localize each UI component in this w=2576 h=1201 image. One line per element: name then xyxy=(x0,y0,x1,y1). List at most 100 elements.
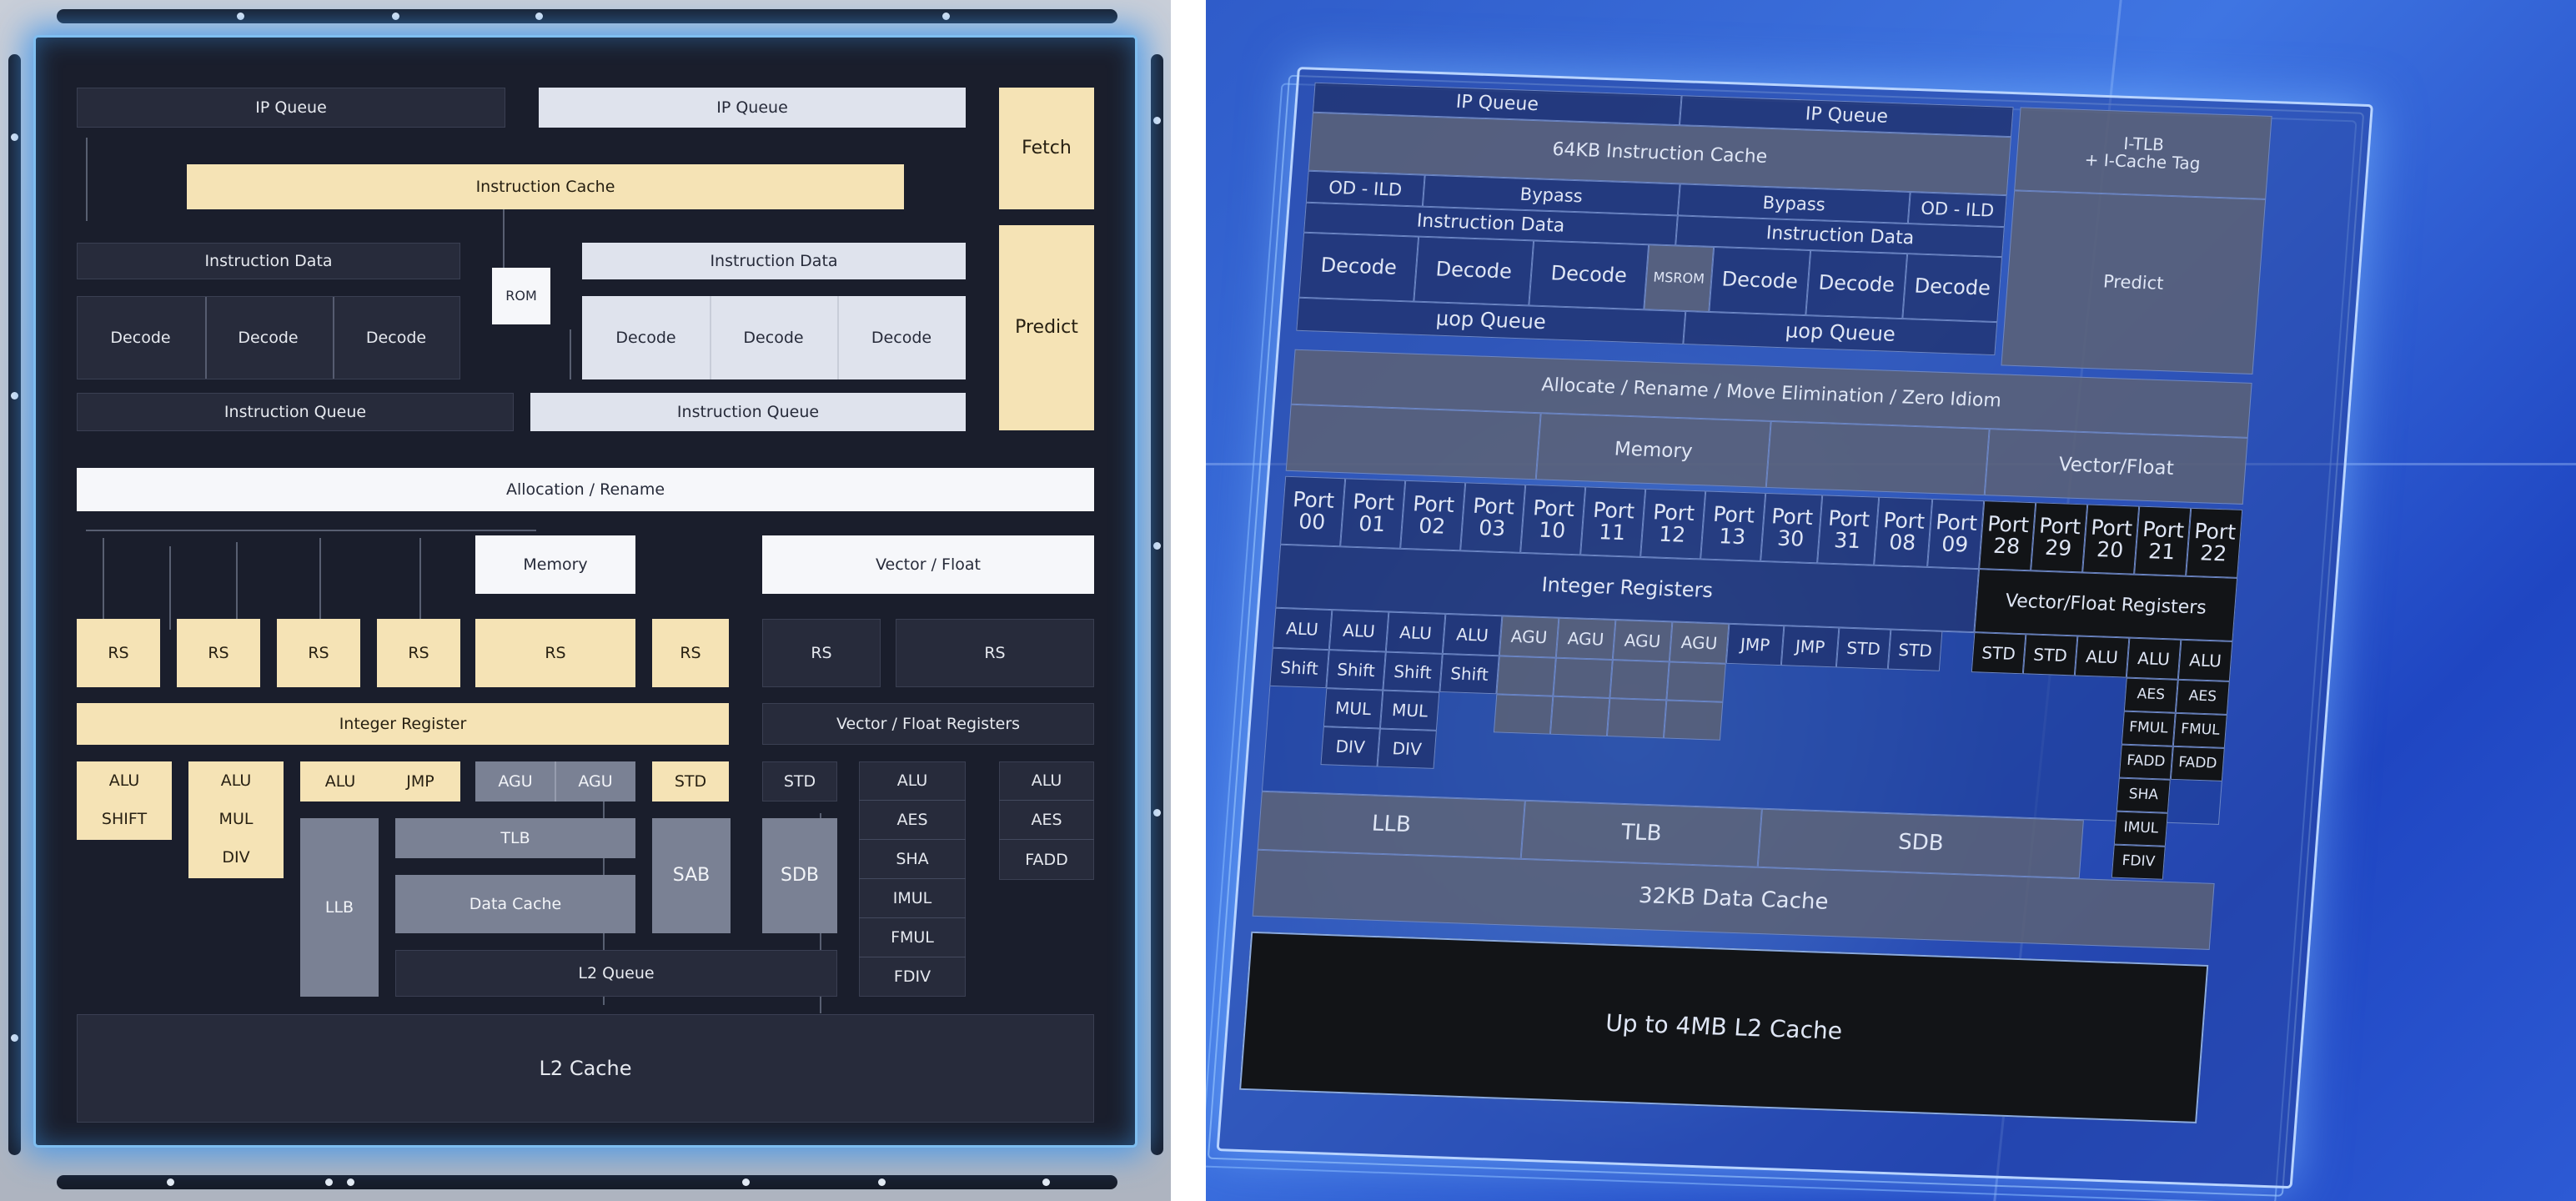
vec-alu-unit: ALU xyxy=(2126,637,2182,680)
alu-label: ALU xyxy=(324,771,356,791)
fadd-unit: FADD xyxy=(2170,746,2225,781)
port-22: Port 22 xyxy=(2186,507,2243,578)
rs-block: RS xyxy=(77,619,160,687)
aes-label: AES xyxy=(859,801,966,840)
bottom-rail xyxy=(57,1175,1117,1189)
port-12: Port 12 xyxy=(1640,488,1706,560)
alu-label: ALU xyxy=(999,761,1094,801)
sdb-block: SDB xyxy=(762,818,837,933)
shift-unit: Shift xyxy=(1439,653,1499,695)
rs-block: RS xyxy=(762,619,881,687)
od-ild-2: OD - ILD xyxy=(1907,192,2007,228)
fadd-unit: FADD xyxy=(2118,744,2173,780)
integer-register: Integer Register xyxy=(77,703,729,745)
vector-float-block: Vector/Float xyxy=(1984,429,2248,505)
fadd-label: FADD xyxy=(1025,850,1068,869)
allocation-rename: Allocation / Rename xyxy=(77,468,1094,511)
rs-block: RS xyxy=(177,619,260,687)
decode-block: Decode xyxy=(1805,250,1908,319)
port-30: Port 30 xyxy=(1760,492,1823,564)
fetch-block: Fetch xyxy=(999,88,1094,209)
top-rail xyxy=(57,9,1117,23)
alu-unit: ALU xyxy=(1385,611,1446,654)
vector-float-registers: Vector / Float Registers xyxy=(762,703,1094,745)
sdb-block: SDB xyxy=(1757,808,2084,879)
l2-cache-4mb: Up to 4MB L2 Cache xyxy=(1239,931,2209,1123)
fdiv-unit: FDIV xyxy=(2111,844,2166,880)
rs-block: RS xyxy=(896,619,1094,687)
port-08: Port 08 xyxy=(1874,496,1933,567)
p-core-floorplan-panel: IP Queue IP Queue Fetch Instruction Cach… xyxy=(0,0,1171,1201)
port-31: Port 31 xyxy=(1817,495,1880,565)
agu-unit: AGU xyxy=(1612,620,1673,662)
agu-label: AGU xyxy=(578,771,613,791)
rs-block: RS xyxy=(377,619,460,687)
instruction-data-left: Instruction Data xyxy=(77,243,460,279)
left-rail xyxy=(8,54,21,1155)
decode-block: Decode xyxy=(615,328,676,347)
aes-unit: AES xyxy=(2123,677,2178,713)
rs-block: RS xyxy=(475,619,635,687)
shift-label: SHIFT xyxy=(101,809,148,828)
port-28: Port 28 xyxy=(1979,500,2036,571)
alu-label: ALU xyxy=(108,771,140,790)
std-unit: STD xyxy=(652,761,729,802)
decode-block: Decode xyxy=(1414,236,1534,306)
decode-block: Decode xyxy=(110,328,171,347)
agu-unit: AGU xyxy=(1555,617,1616,661)
port-00: Port 00 xyxy=(1280,475,1346,547)
rs-block: RS xyxy=(652,619,729,687)
sha-label: SHA xyxy=(859,840,966,879)
tlb-block: TLB xyxy=(1520,800,1762,867)
l2-queue-block: L2 Queue xyxy=(395,950,837,997)
predict-block: Predict xyxy=(2001,190,2267,374)
rs-block: RS xyxy=(277,619,360,687)
jmp-unit: JMP xyxy=(1780,626,1840,668)
llb-block: LLB xyxy=(300,818,379,997)
itlb-block: I-TLB + I-Cache Tag xyxy=(2014,107,2272,199)
std-unit: STD xyxy=(1835,627,1891,670)
agu-unit: AGU xyxy=(1669,621,1730,664)
decode-block: Decode xyxy=(1709,246,1811,316)
decode-block: Decode xyxy=(238,328,299,347)
instruction-cache: Instruction Cache xyxy=(187,164,904,209)
shift-unit: Shift xyxy=(1383,651,1443,692)
port-21: Port 21 xyxy=(2134,505,2192,576)
predict-block: Predict xyxy=(999,225,1094,430)
l2-cache-block: L2 Cache xyxy=(77,1014,1094,1123)
agu-unit: AGU xyxy=(1499,616,1559,658)
ip-queue-left: IP Queue xyxy=(77,88,505,128)
rom-block: ROM xyxy=(492,268,550,324)
decode-block: Decode xyxy=(1298,232,1419,302)
std-unit: STD xyxy=(762,761,837,802)
div-label: DIV xyxy=(222,847,250,867)
std-unit: STD xyxy=(2022,634,2078,676)
decode-block: Decode xyxy=(1902,254,2003,323)
vector-float-block: Vector / Float xyxy=(762,535,1094,594)
shift-unit: Shift xyxy=(1269,647,1329,689)
shift-unit: Shift xyxy=(1326,650,1386,691)
sab-block: SAB xyxy=(652,818,731,933)
jmp-label: JMP xyxy=(406,771,434,791)
agu-label: AGU xyxy=(498,771,533,791)
right-rail xyxy=(1151,54,1163,1155)
port-09: Port 09 xyxy=(1927,498,1985,570)
alu-label: ALU xyxy=(859,761,966,801)
vec-alu-unit: ALU xyxy=(2074,636,2130,678)
llb-block: LLB xyxy=(1257,791,1525,859)
data-cache-block: Data Cache xyxy=(395,875,635,933)
port-29: Port 29 xyxy=(2031,502,2088,573)
aes-unit: AES xyxy=(2175,679,2230,715)
port-01: Port 01 xyxy=(1340,478,1406,549)
rename-area-right xyxy=(1765,420,1990,496)
port-20: Port 20 xyxy=(2082,504,2140,575)
itlb-line2: + I-Cache Tag xyxy=(2083,149,2202,174)
tlb-block: TLB xyxy=(395,818,635,858)
port-13: Port 13 xyxy=(1700,490,1766,561)
rename-area-left xyxy=(1285,404,1541,480)
decode-block: Decode xyxy=(743,328,804,347)
alu-unit: ALU xyxy=(1442,613,1503,656)
msrom-block: MSROM xyxy=(1644,244,1715,312)
fmul-unit: FMUL xyxy=(2172,712,2227,748)
fmul-label: FMUL xyxy=(859,918,966,957)
